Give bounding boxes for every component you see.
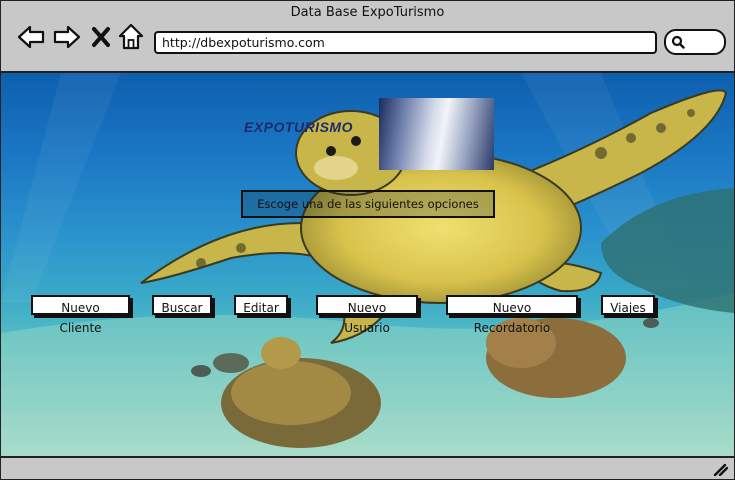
- resize-grip-icon[interactable]: [712, 462, 728, 476]
- forward-arrow-icon[interactable]: [53, 23, 81, 51]
- search-button-main[interactable]: Buscar: [152, 295, 212, 315]
- edit-button[interactable]: Editar: [234, 295, 288, 315]
- back-arrow-icon[interactable]: [17, 23, 45, 51]
- window-title: Data Base ExpoTurismo: [290, 5, 445, 20]
- page-content: EXPOTURISMO Escoge una de las siguientes…: [1, 73, 734, 456]
- address-bar[interactable]: http://dbexpoturismo.com: [154, 31, 657, 54]
- status-bar: [1, 456, 734, 479]
- new-user-button[interactable]: Nuevo Usuario: [316, 295, 418, 335]
- sea-turtle-background: [1, 73, 734, 456]
- home-icon[interactable]: [118, 23, 146, 51]
- browser-toolbar: Data Base ExpoTurismo http://dbexpoturis…: [1, 1, 734, 73]
- new-reminder-button[interactable]: Nuevo Recordatorio: [446, 295, 578, 335]
- new-client-button[interactable]: Nuevo Cliente: [31, 295, 130, 335]
- trips-button[interactable]: Viajes: [601, 295, 655, 315]
- instruction-label: Escoge una de las siguientes opciones: [241, 190, 495, 218]
- search-icon: [671, 35, 685, 49]
- logo-text: EXPOTURISMO: [244, 119, 353, 135]
- search-button[interactable]: [664, 29, 726, 55]
- logo-image: [379, 98, 494, 170]
- close-icon[interactable]: [90, 23, 112, 51]
- browser-window: Data Base ExpoTurismo http://dbexpoturis…: [0, 0, 735, 480]
